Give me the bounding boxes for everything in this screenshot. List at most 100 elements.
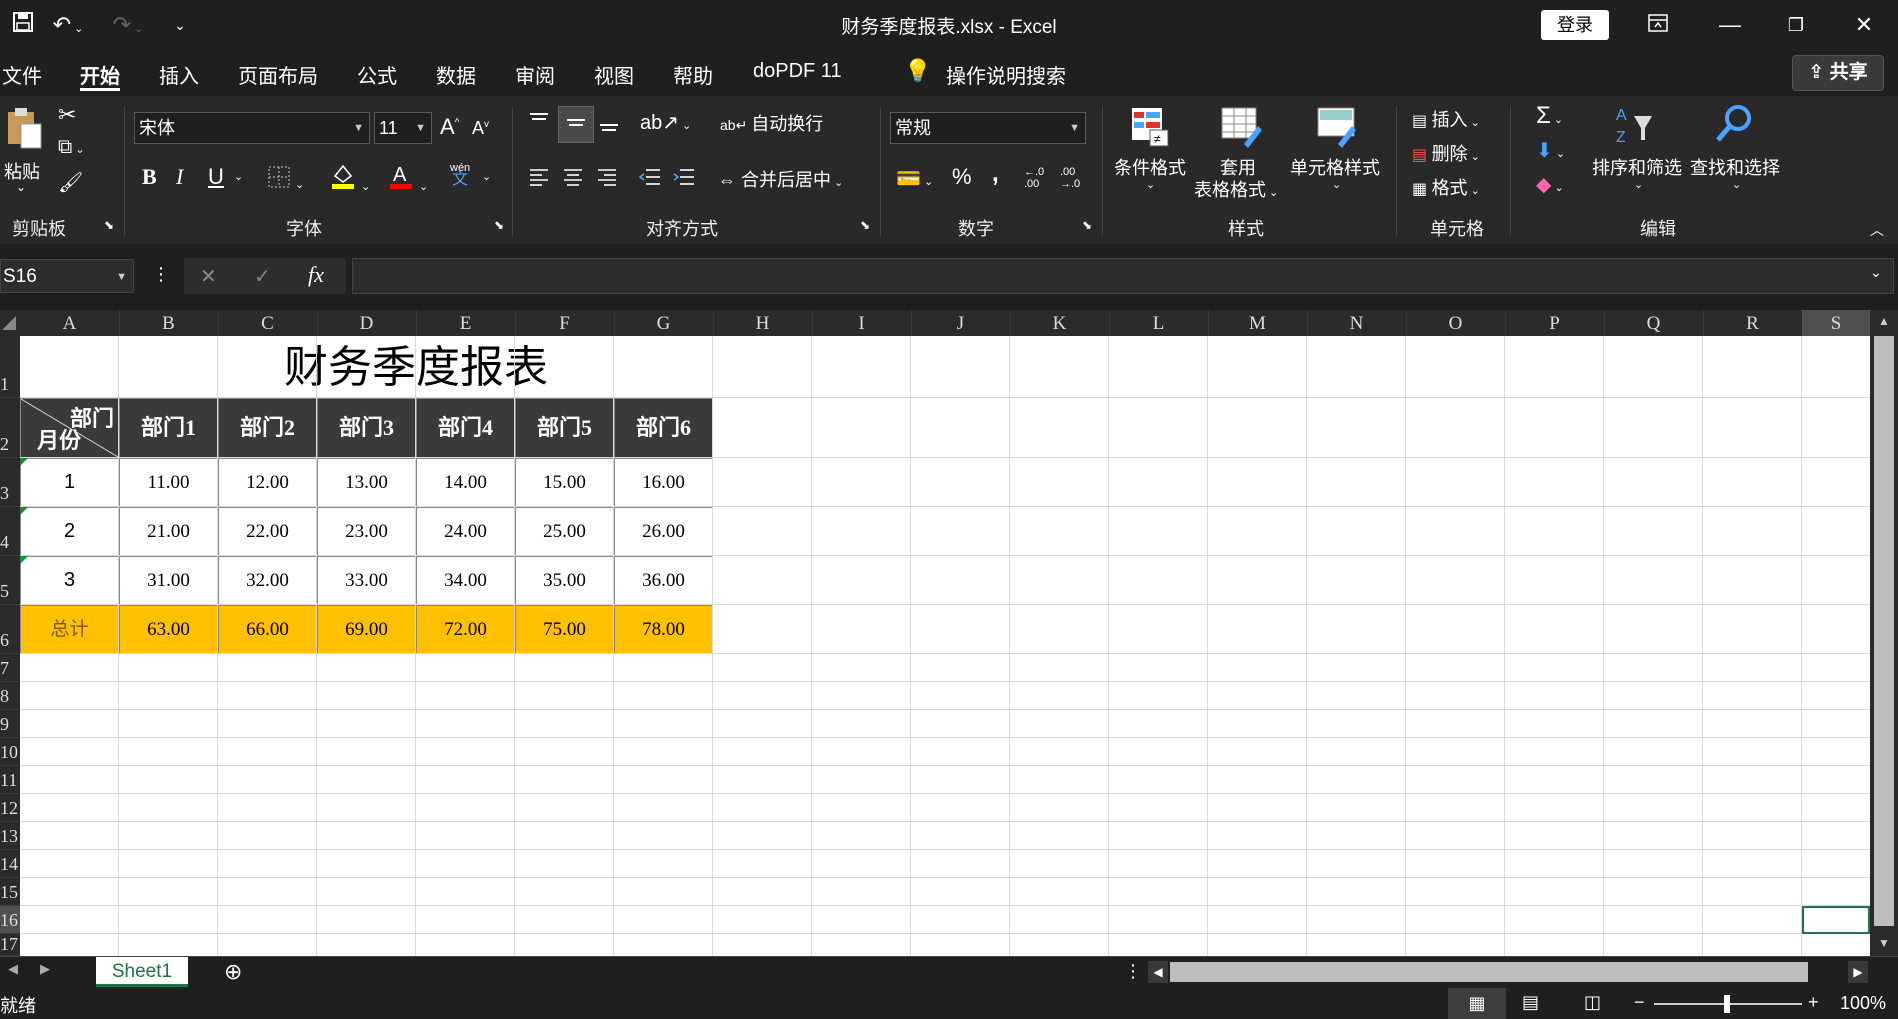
- conditional-format-label[interactable]: 条件格式: [1114, 154, 1186, 180]
- cancel-icon[interactable]: ✕: [200, 264, 217, 289]
- column-header-r[interactable]: R: [1703, 310, 1803, 336]
- insert-cells-button[interactable]: ▤ 插入 ⌄: [1412, 106, 1480, 132]
- row-header-13[interactable]: 13: [0, 822, 20, 850]
- close-icon[interactable]: ✕: [1850, 10, 1878, 40]
- more-icon[interactable]: ⋮: [1124, 961, 1142, 982]
- align-left-icon[interactable]: [528, 166, 550, 193]
- wrap-text-button[interactable]: ab↵ 自动换行: [720, 110, 823, 136]
- align-center-icon[interactable]: [562, 166, 584, 193]
- format-cells-button[interactable]: ▦ 格式 ⌄: [1412, 174, 1480, 200]
- value-cell[interactable]: 16.00: [614, 458, 713, 507]
- percent-button[interactable]: %: [952, 164, 972, 190]
- prev-sheet-icon[interactable]: ◀: [8, 961, 18, 977]
- clipboard-launcher-icon[interactable]: ⬊: [104, 218, 114, 232]
- month-cell[interactable]: 1: [20, 458, 119, 507]
- selected-cell-s16[interactable]: [1802, 906, 1870, 934]
- tab-insert[interactable]: 插入: [159, 60, 199, 89]
- row-header-9[interactable]: 9: [0, 710, 20, 738]
- format-as-table-icon[interactable]: [1218, 104, 1262, 153]
- copy-icon[interactable]: ⧉ ⌄: [58, 136, 85, 159]
- row-header-14[interactable]: 14: [0, 850, 20, 878]
- font-name-select[interactable]: 宋体 ▼: [134, 112, 370, 144]
- dept-header-cell[interactable]: 部门1: [119, 398, 218, 458]
- decrease-decimal-button[interactable]: .00 →.0: [1060, 166, 1088, 190]
- sort-filter-icon[interactable]: AZ: [1612, 102, 1656, 153]
- paste-icon[interactable]: [4, 106, 44, 149]
- orientation-icon[interactable]: ab↗ ⌄: [640, 110, 691, 135]
- value-cell[interactable]: 33.00: [317, 556, 416, 605]
- corner-header-cell[interactable]: 部门 月份: [20, 398, 119, 458]
- row-header-4[interactable]: 4: [0, 507, 20, 556]
- ribbon-display-icon[interactable]: [1644, 10, 1672, 40]
- horizontal-scroll-thumb[interactable]: [1170, 962, 1808, 982]
- alignment-launcher-icon[interactable]: ⬊: [860, 218, 870, 232]
- value-cell[interactable]: 36.00: [614, 556, 713, 605]
- row-header-1[interactable]: 1: [0, 336, 20, 398]
- total-value-cell[interactable]: 72.00: [416, 605, 515, 654]
- tab-formulas[interactable]: 公式: [357, 60, 397, 89]
- value-cell[interactable]: 31.00: [119, 556, 218, 605]
- column-header-h[interactable]: H: [713, 310, 813, 336]
- tab-help[interactable]: 帮助: [673, 60, 713, 89]
- report-title[interactable]: 财务季度报表: [20, 336, 812, 398]
- italic-button[interactable]: I: [176, 164, 183, 190]
- normal-view-icon[interactable]: ▦: [1448, 988, 1506, 1019]
- font-color-icon[interactable]: A ⌄: [388, 162, 428, 195]
- value-cell[interactable]: 32.00: [218, 556, 317, 605]
- page-break-view-icon[interactable]: ◫: [1584, 992, 1601, 1013]
- value-cell[interactable]: 35.00: [515, 556, 614, 605]
- column-header-e[interactable]: E: [416, 310, 516, 336]
- column-header-d[interactable]: D: [317, 310, 417, 336]
- paste-dropdown-icon[interactable]: ⌄: [16, 180, 26, 194]
- cut-icon[interactable]: ✂: [58, 102, 76, 128]
- cell-styles-icon[interactable]: [1314, 104, 1358, 153]
- value-cell[interactable]: 22.00: [218, 507, 317, 556]
- row-header-3[interactable]: 3: [0, 458, 20, 507]
- zoom-slider-thumb[interactable]: [1724, 995, 1730, 1013]
- value-cell[interactable]: 23.00: [317, 507, 416, 556]
- value-cell[interactable]: 26.00: [614, 507, 713, 556]
- formula-input[interactable]: [352, 258, 1894, 294]
- find-select-icon[interactable]: [1712, 102, 1756, 153]
- dept-header-cell[interactable]: 部门6: [614, 398, 713, 458]
- vertical-scroll-thumb[interactable]: [1874, 336, 1894, 926]
- value-cell[interactable]: 34.00: [416, 556, 515, 605]
- align-middle-icon[interactable]: [558, 106, 594, 143]
- tab-home[interactable]: 开始: [80, 60, 120, 89]
- format-as-table-label-2[interactable]: 表格格式 ⌄: [1194, 176, 1278, 202]
- total-value-cell[interactable]: 69.00: [317, 605, 416, 654]
- tab-review[interactable]: 审阅: [515, 60, 555, 89]
- fill-icon[interactable]: ⬇ ⌄: [1536, 138, 1565, 163]
- scroll-right-icon[interactable]: ▶: [1848, 961, 1868, 983]
- enter-icon[interactable]: ✓: [254, 264, 271, 289]
- merge-center-button[interactable]: ⇔ 合并后居中 ⌄: [718, 166, 843, 192]
- column-header-b[interactable]: B: [119, 310, 219, 336]
- add-sheet-icon[interactable]: ⊕: [224, 959, 242, 985]
- chevron-down-icon[interactable]: ⌄: [482, 170, 491, 183]
- font-launcher-icon[interactable]: ⬊: [494, 218, 504, 232]
- decrease-indent-icon[interactable]: [638, 166, 662, 193]
- column-header-i[interactable]: I: [812, 310, 912, 336]
- login-button[interactable]: 登录: [1541, 10, 1609, 40]
- column-header-p[interactable]: P: [1505, 310, 1605, 336]
- dept-header-cell[interactable]: 部门5: [515, 398, 614, 458]
- row-header-7[interactable]: 7: [0, 654, 20, 682]
- total-value-cell[interactable]: 78.00: [614, 605, 713, 654]
- fill-color-icon[interactable]: ⌄: [330, 162, 370, 195]
- page-layout-view-icon[interactable]: ▤: [1522, 992, 1539, 1013]
- column-header-k[interactable]: K: [1010, 310, 1110, 336]
- value-cell[interactable]: 25.00: [515, 507, 614, 556]
- zoom-in-icon[interactable]: +: [1808, 992, 1819, 1013]
- zoom-level[interactable]: 100%: [1840, 993, 1886, 1014]
- row-header-10[interactable]: 10: [0, 738, 20, 766]
- autosum-icon[interactable]: Σ ⌄: [1536, 102, 1563, 130]
- select-all-icon[interactable]: [2, 316, 16, 330]
- chevron-down-icon[interactable]: ⌄: [234, 170, 243, 183]
- number-launcher-icon[interactable]: ⬊: [1082, 218, 1092, 232]
- row-header-5[interactable]: 5: [0, 556, 20, 605]
- share-button[interactable]: ⇪ 共享: [1792, 55, 1884, 91]
- expand-formula-icon[interactable]: ⌄: [1870, 264, 1882, 281]
- chevron-down-icon[interactable]: ⌄: [1146, 178, 1155, 191]
- row-header-12[interactable]: 12: [0, 794, 20, 822]
- column-header-a[interactable]: A: [20, 310, 120, 336]
